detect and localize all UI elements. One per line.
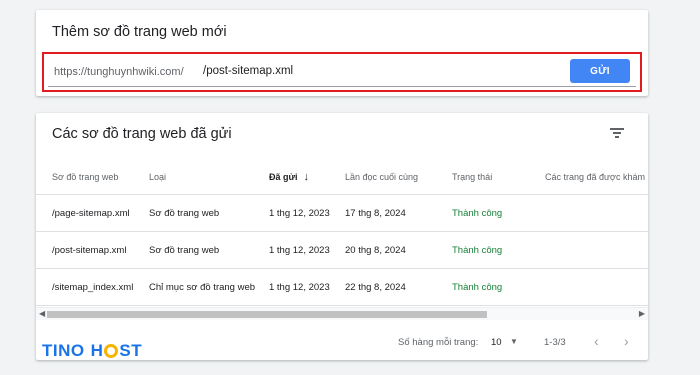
rows-per-page-select[interactable]: 10 — [491, 337, 502, 348]
submit-button[interactable]: GỬI — [570, 59, 630, 83]
table-row[interactable]: /post-sitemap.xml Sơ đồ trang web 1 thg … — [36, 232, 648, 269]
cell-type: Chỉ mục sơ đồ trang web — [149, 281, 256, 293]
cell-last-read: 20 thg 8, 2024 — [345, 244, 406, 256]
col-header-submitted-label: Đã gửi — [269, 172, 298, 182]
cell-status: Thành công — [452, 207, 503, 219]
chevron-left-icon[interactable]: ‹ — [594, 333, 599, 349]
scroll-right-icon[interactable]: ▶ — [639, 309, 645, 318]
cell-type: Sơ đồ trang web — [149, 207, 220, 219]
logo-text-left: TINO — [42, 341, 85, 360]
cell-sitemap: /sitemap_index.xml — [52, 281, 134, 293]
sitemap-url-input[interactable]: /post-sitemap.xml — [203, 65, 293, 77]
table-row[interactable]: /sitemap_index.xml Chỉ mục sơ đồ trang w… — [36, 269, 648, 306]
tinohost-logo: TINO H ST — [42, 341, 143, 360]
sitemap-url-field[interactable]: https://tunghuynhwiki.com/ /post-sitemap… — [48, 57, 636, 87]
cell-last-read: 17 thg 8, 2024 — [345, 207, 406, 219]
submitted-sitemaps-card: Các sơ đồ trang web đã gửi Sơ đồ trang w… — [36, 113, 648, 360]
col-header-type[interactable]: Loại — [149, 160, 166, 194]
table-row[interactable]: /page-sitemap.xml Sơ đồ trang web 1 thg … — [36, 195, 648, 232]
sort-arrow-down-icon: ↓ — [303, 171, 310, 183]
cell-submitted: 1 thg 12, 2023 — [269, 244, 330, 256]
cell-status: Thành công — [452, 281, 503, 293]
cell-sitemap: /post-sitemap.xml — [52, 244, 127, 256]
col-header-submitted[interactable]: Đã gửi ↓ — [269, 160, 309, 194]
logo-ring-icon — [104, 344, 119, 358]
submitted-sitemaps-title: Các sơ đồ trang web đã gửi — [52, 126, 232, 142]
horizontal-scrollbar[interactable]: ◀ ▶ — [36, 307, 648, 320]
cell-type: Sơ đồ trang web — [149, 244, 220, 256]
page-range: 1-3/3 — [544, 337, 566, 348]
rows-per-page-label: Số hàng mỗi trang: — [398, 337, 479, 348]
add-sitemap-card: Thêm sơ đồ trang web mới https://tunghuy… — [36, 10, 648, 96]
dropdown-caret-icon[interactable]: ▼ — [510, 337, 518, 346]
filter-icon[interactable] — [610, 127, 624, 139]
col-header-status[interactable]: Trạng thái — [452, 160, 492, 194]
scroll-left-icon[interactable]: ◀ — [39, 309, 45, 318]
col-header-last-read[interactable]: Lần đọc cuối cùng — [345, 160, 418, 194]
cell-sitemap: /page-sitemap.xml — [52, 207, 130, 219]
cell-status: Thành công — [452, 244, 503, 256]
table-header: Sơ đồ trang web Loại Đã gửi ↓ Lần đọc cu… — [36, 160, 648, 195]
col-header-sitemap[interactable]: Sơ đồ trang web — [52, 160, 118, 194]
chevron-right-icon[interactable]: › — [624, 333, 629, 349]
add-sitemap-title: Thêm sơ đồ trang web mới — [52, 24, 227, 40]
cell-submitted: 1 thg 12, 2023 — [269, 281, 330, 293]
url-prefix: https://tunghuynhwiki.com/ — [54, 66, 184, 78]
scrollbar-thumb[interactable] — [47, 311, 487, 318]
sitemaps-table: Sơ đồ trang web Loại Đã gửi ↓ Lần đọc cu… — [36, 160, 648, 306]
sitemap-url-highlight: https://tunghuynhwiki.com/ /post-sitemap… — [42, 52, 642, 92]
cell-submitted: 1 thg 12, 2023 — [269, 207, 330, 219]
cell-last-read: 22 thg 8, 2024 — [345, 281, 406, 293]
col-header-discovered-pages[interactable]: Các trang đã được khám p — [545, 160, 648, 194]
